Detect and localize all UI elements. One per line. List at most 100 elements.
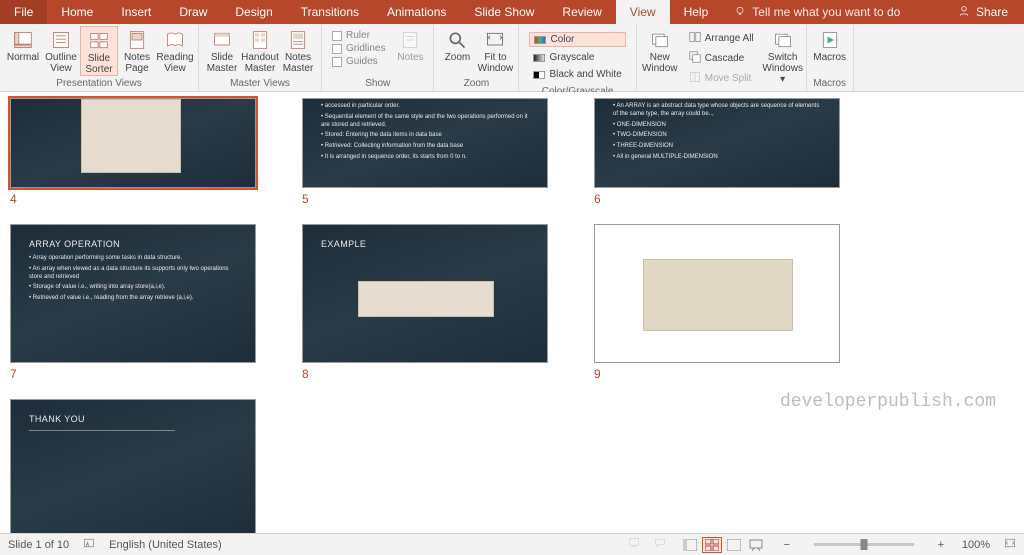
arrange-all-button[interactable]: Arrange All xyxy=(685,30,758,47)
tell-me-text: Tell me what you want to do xyxy=(752,5,900,19)
slide-number: 4 xyxy=(10,192,256,206)
fit-to-window-status[interactable] xyxy=(1004,537,1016,552)
language-label[interactable]: English (United States) xyxy=(109,539,222,551)
comments-toggle[interactable] xyxy=(654,537,666,552)
zoom-out-button[interactable]: − xyxy=(780,539,794,551)
slide-sorter-button[interactable]: SlideSorter xyxy=(80,26,118,76)
macros-icon xyxy=(820,30,840,50)
outline-view-icon xyxy=(51,30,71,50)
handout-master-icon xyxy=(250,30,270,50)
tab-help[interactable]: Help xyxy=(670,0,723,24)
gridlines-checkbox: Gridlines xyxy=(332,43,385,54)
move-split-icon xyxy=(689,71,701,86)
reading-view-icon xyxy=(165,30,185,50)
notes-page-button[interactable]: NotesPage xyxy=(118,26,156,74)
outline-view-button[interactable]: OutlineView xyxy=(42,26,80,74)
slide-sorter-pane[interactable]: 4 accessed in particular order.Sequential… xyxy=(0,92,1024,533)
handout-master-button[interactable]: HandoutMaster xyxy=(241,26,279,74)
slide-master-button[interactable]: SlideMaster xyxy=(203,26,241,74)
group-label-show: Show xyxy=(326,77,429,91)
zoom-button[interactable]: Zoom xyxy=(438,26,476,63)
share-label: Share xyxy=(976,5,1008,19)
group-presentation-views: Normal OutlineView SlideSorter NotesPage… xyxy=(0,24,199,91)
tab-slideshow[interactable]: Slide Show xyxy=(460,0,548,24)
slide-thumb-6[interactable]: An ARRAY is an abstract data type whose … xyxy=(594,98,840,206)
group-label-presentation-views: Presentation Views xyxy=(4,77,194,91)
sorter-view-btn[interactable] xyxy=(702,537,722,553)
bw-button[interactable]: Black and White xyxy=(529,68,625,81)
tab-animations[interactable]: Animations xyxy=(373,0,460,24)
slide-number: 8 xyxy=(302,367,548,381)
normal-view-button[interactable]: Normal xyxy=(4,26,42,63)
notes-master-button[interactable]: NotesMaster xyxy=(279,26,317,74)
notes-button: Notes xyxy=(391,26,429,63)
tab-home[interactable]: Home xyxy=(47,0,107,24)
slideshow-view-btn[interactable] xyxy=(746,537,766,553)
normal-view-icon xyxy=(13,30,33,50)
new-window-button[interactable]: NewWindow xyxy=(641,26,679,74)
normal-view-btn[interactable] xyxy=(680,537,700,553)
show-checkboxes: Ruler Gridlines Guides xyxy=(326,26,391,71)
tab-design[interactable]: Design xyxy=(221,0,286,24)
status-bar: Slide 1 of 10 English (United States) − … xyxy=(0,533,1024,555)
macros-button[interactable]: Macros xyxy=(811,26,849,63)
zoom-slider[interactable] xyxy=(814,543,914,546)
bw-swatch-icon xyxy=(533,71,545,79)
cascade-button[interactable]: Cascade xyxy=(685,50,758,67)
color-button[interactable]: Color xyxy=(529,32,625,47)
slide-thumb-8[interactable]: EXAMPLE8 xyxy=(302,224,548,381)
group-show: Ruler Gridlines Guides Notes Show xyxy=(322,24,434,91)
slide-thumb-9[interactable]: 9 xyxy=(594,224,840,381)
arrange-icon xyxy=(689,31,701,46)
slide-master-icon xyxy=(212,30,232,50)
tab-transitions[interactable]: Transitions xyxy=(287,0,373,24)
lightbulb-icon xyxy=(734,5,746,20)
grayscale-swatch-icon xyxy=(533,54,545,62)
tab-draw[interactable]: Draw xyxy=(165,0,221,24)
zoom-percent[interactable]: 100% xyxy=(962,539,990,551)
notes-toggle[interactable] xyxy=(628,537,640,552)
move-split-button: Move Split xyxy=(685,70,758,87)
fit-window-icon xyxy=(485,30,505,50)
notes-master-icon xyxy=(288,30,308,50)
group-color-grayscale: Color Grayscale Black and White Color/Gr… xyxy=(519,24,636,91)
zoom-in-button[interactable]: + xyxy=(934,539,948,551)
slide-count-label: Slide 1 of 10 xyxy=(8,539,69,551)
group-master-views: SlideMaster HandoutMaster NotesMaster Ma… xyxy=(199,24,322,91)
group-label-zoom: Zoom xyxy=(438,77,514,91)
tab-view[interactable]: View xyxy=(616,0,670,24)
slide-thumb-5[interactable]: accessed in particular order.Sequential … xyxy=(302,98,548,206)
slide-number: 5 xyxy=(302,192,548,206)
slide-sorter-icon xyxy=(89,31,109,51)
slide-number: 9 xyxy=(594,367,840,381)
ribbon: Normal OutlineView SlideSorter NotesPage… xyxy=(0,24,1024,92)
slide-thumb-4[interactable]: 4 xyxy=(10,98,256,206)
slide-thumb-7[interactable]: ARRAY OPERATIONArray operation performin… xyxy=(10,224,256,381)
share-icon xyxy=(958,5,970,20)
grayscale-button[interactable]: Grayscale xyxy=(529,51,625,64)
switch-windows-icon xyxy=(773,30,793,50)
group-macros: Macros Macros xyxy=(807,24,854,91)
tab-insert[interactable]: Insert xyxy=(107,0,165,24)
view-buttons xyxy=(680,537,766,553)
guides-checkbox: Guides xyxy=(332,56,385,67)
switch-windows-button[interactable]: SwitchWindows ▾ xyxy=(764,26,802,85)
slide-number: 6 xyxy=(594,192,840,206)
tab-review[interactable]: Review xyxy=(548,0,615,24)
spellcheck-icon[interactable] xyxy=(83,537,95,552)
tell-me-search[interactable]: Tell me what you want to do xyxy=(734,0,900,24)
cascade-icon xyxy=(689,51,701,66)
slide-thumb-10[interactable]: THANK YOU10 xyxy=(10,399,256,533)
slide-number: 7 xyxy=(10,367,256,381)
reading-view-button[interactable]: ReadingView xyxy=(156,26,194,74)
group-label-master-views: Master Views xyxy=(203,77,317,91)
new-window-icon xyxy=(650,30,670,50)
zoom-icon xyxy=(447,30,467,50)
reading-view-btn[interactable] xyxy=(724,537,744,553)
color-swatch-icon xyxy=(534,36,546,44)
notes-icon xyxy=(400,30,420,50)
tab-file[interactable]: File xyxy=(0,0,47,24)
ribbon-tabs: File Home Insert Draw Design Transitions… xyxy=(0,0,1024,24)
fit-to-window-button[interactable]: Fit toWindow xyxy=(476,26,514,74)
share-button[interactable]: Share xyxy=(942,0,1024,24)
